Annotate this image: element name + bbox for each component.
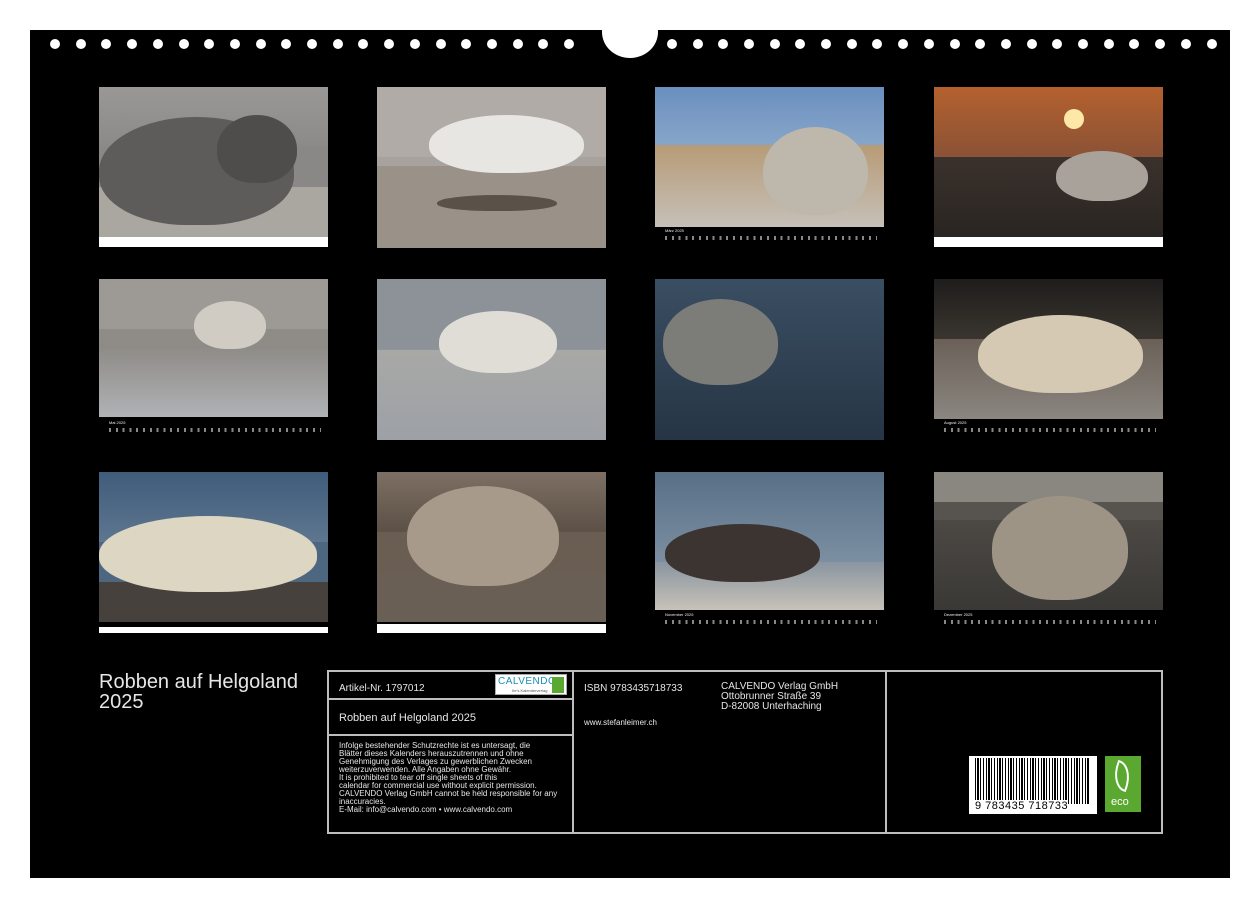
binding-hole [1026, 39, 1037, 49]
publisher-address: CALVENDO Verlag GmbH Ottobrunner Straße … [721, 682, 838, 712]
day-row [944, 428, 1156, 432]
binding-hole [795, 39, 806, 49]
photo-april [934, 87, 1163, 237]
binding-hole [538, 39, 549, 49]
website: www.stefanleimer.ch [584, 718, 657, 727]
eco-badge: eco [1105, 756, 1141, 812]
calendar-november: November 2025 [655, 612, 884, 628]
binding-hole [949, 39, 960, 49]
photo-february [377, 87, 606, 248]
photo-january [99, 87, 328, 237]
binding-hole [486, 39, 497, 49]
binding-hole [512, 39, 523, 49]
day-row [109, 428, 321, 432]
binding-hole [1000, 39, 1011, 49]
photo-strip [99, 237, 328, 247]
calendar-may: Mai 2025 [99, 420, 328, 436]
barcode-bars [975, 758, 1089, 804]
photo-strip [377, 624, 606, 633]
binding-hole [255, 39, 266, 49]
photo-september [99, 472, 328, 622]
binding-hole [1052, 39, 1063, 49]
month-label: Mai 2025 [109, 420, 126, 425]
barcode-number: 9 783435 718733 [975, 800, 1069, 812]
calendar-title: Robben auf Helgoland 2025 [99, 671, 299, 713]
isbn-barcode: 9 783435 718733 [969, 756, 1097, 814]
binding-hole [718, 39, 729, 49]
photo-strip [99, 627, 328, 633]
day-row [665, 620, 877, 624]
month-label: August 2025 [944, 420, 967, 425]
binding-hole [872, 39, 883, 49]
binding-hole [1180, 39, 1191, 49]
binding-hole [204, 39, 215, 49]
product-title: Robben auf Helgoland 2025 [339, 712, 477, 724]
binding-hole [1103, 39, 1114, 49]
binding-hole [975, 39, 986, 49]
binding-hole [564, 39, 574, 49]
binding-hole [743, 39, 754, 49]
isbn: ISBN 9783435718733 [584, 683, 683, 694]
photo-may [99, 279, 328, 417]
calvendo-logo: CALVENDO Ihr's Kalenderverlag [495, 674, 567, 695]
legal-notice: Infolge bestehender Schutzrechte ist es … [339, 742, 571, 814]
binding-hole [1155, 39, 1166, 49]
logo-wordmark: CALVENDO [498, 676, 557, 687]
binding-hole [821, 39, 831, 49]
binding-hole [127, 39, 138, 49]
binding-hole [178, 39, 189, 49]
article-number: Artikel-Nr. 1797012 [339, 683, 425, 694]
binding-hole [923, 39, 934, 49]
binding-hole [75, 39, 86, 49]
photo-march [655, 87, 884, 227]
binding-hole [435, 39, 446, 49]
photo-july [655, 279, 884, 440]
binding-hole [384, 39, 395, 49]
eco-label: eco [1111, 796, 1129, 808]
binding-hole [692, 39, 703, 49]
month-label: März 2025 [665, 228, 684, 233]
binding-hole [358, 39, 369, 49]
binding-hole [409, 39, 420, 49]
binding-hole [281, 39, 292, 49]
binding-hole [101, 39, 112, 49]
photo-june [377, 279, 606, 440]
binding-hole [1206, 39, 1217, 49]
logo-tagline: Ihr's Kalenderverlag [512, 688, 548, 693]
calendar-december: Dezember 2025 [934, 612, 1163, 628]
photo-strip [934, 237, 1163, 247]
legal-line: E-Mail: info@calvendo.com • www.calvendo… [339, 805, 513, 814]
binding-hole [229, 39, 240, 49]
publisher-line: D-82008 Unterhaching [721, 701, 822, 712]
binding-hole [666, 39, 677, 49]
month-label: November 2025 [665, 612, 694, 617]
photo-august [934, 279, 1163, 419]
binding-hole [898, 39, 909, 49]
day-row [665, 236, 877, 240]
binding-hole [1078, 39, 1088, 49]
photo-november [655, 472, 884, 610]
binding-hole [846, 39, 857, 49]
binding-hole [50, 39, 60, 49]
leaf-icon [1108, 759, 1136, 793]
calendar-august: August 2025 [934, 420, 1163, 436]
day-row [944, 620, 1156, 624]
logo-mark-icon [552, 677, 564, 693]
calendar-march: März 2025 [655, 228, 884, 244]
binding-hole [1129, 39, 1140, 49]
binding-hole [769, 39, 780, 49]
month-label: Dezember 2025 [944, 612, 973, 617]
binding-hole [307, 39, 317, 49]
binding-hole [152, 39, 163, 49]
calendar-back-cover: März 2025 Mai 2025 August 2025 November … [30, 30, 1230, 878]
binding-hole [461, 39, 472, 49]
binding-hole [332, 39, 343, 49]
photo-october [377, 472, 606, 622]
photo-december [934, 472, 1163, 610]
